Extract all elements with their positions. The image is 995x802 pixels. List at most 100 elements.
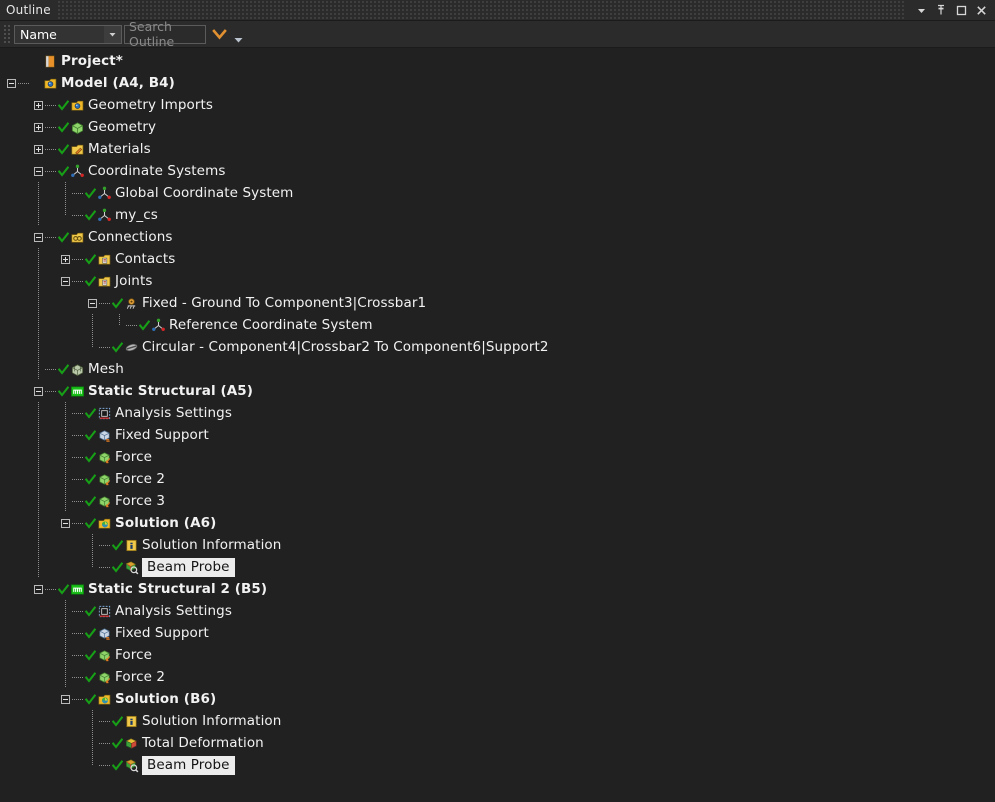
tree-node[interactable]: Force 2 <box>0 468 995 490</box>
filter-field-select[interactable]: Name <box>14 24 122 44</box>
solution-icon <box>96 688 113 710</box>
tree-node[interactable]: Model (A4, B4) <box>0 72 995 94</box>
tree-indent <box>0 248 58 270</box>
maximize-icon[interactable] <box>951 1 971 19</box>
force-icon <box>96 490 113 512</box>
outline-tree[interactable]: Project* Model (A4, B4) Geometry Imports Ge… <box>0 48 995 802</box>
collapse-node-button[interactable] <box>58 512 72 534</box>
tree-node-label: Fixed Support <box>115 427 209 443</box>
expand-node-button[interactable] <box>58 248 72 270</box>
tree-node[interactable]: Force <box>0 446 995 468</box>
tree-node[interactable]: Force <box>0 644 995 666</box>
tree-node[interactable]: Solution Information <box>0 534 995 556</box>
tree-node-status-spacer <box>30 72 42 94</box>
collapse-node-button[interactable] <box>58 688 72 710</box>
tree-connector <box>72 270 84 292</box>
tree-connector <box>45 94 57 116</box>
tree-node[interactable]: Materials <box>0 138 995 160</box>
collapse-node-button[interactable] <box>58 270 72 292</box>
tree-node[interactable]: Solution (B6) <box>0 688 995 710</box>
tree-node[interactable]: Solution Information <box>0 710 995 732</box>
suppressed-status-check-icon <box>84 402 96 424</box>
tree-node[interactable]: Mesh <box>0 358 995 380</box>
tree-node[interactable]: Fixed Support <box>0 424 995 446</box>
tree-node[interactable]: Analysis Settings <box>0 600 995 622</box>
chevron-down-orange-icon[interactable] <box>208 23 230 45</box>
beam-probe-icon <box>123 556 140 578</box>
close-icon[interactable] <box>971 1 991 19</box>
tree-node-leaf-spacer <box>31 358 45 380</box>
tree-indent <box>0 512 58 534</box>
fixed-support-icon <box>96 424 113 446</box>
tree-connector <box>18 72 30 94</box>
expand-node-button[interactable] <box>31 116 45 138</box>
collapse-node-button[interactable] <box>31 380 45 402</box>
tree-node-label: Contacts <box>115 251 176 267</box>
titlebar-drag-area[interactable] <box>56 0 905 20</box>
tree-connector <box>45 116 57 138</box>
tree-node-label: my_cs <box>115 207 158 223</box>
collapse-node-button[interactable] <box>85 292 99 314</box>
coordinate-system-icon <box>150 314 167 336</box>
collapse-node-button[interactable] <box>31 160 45 182</box>
suppressed-status-check-icon <box>138 314 150 336</box>
tree-indent <box>0 314 112 336</box>
tree-node[interactable]: Geometry Imports <box>0 94 995 116</box>
contacts-icon <box>96 248 113 270</box>
tree-node-leaf-spacer <box>4 50 18 72</box>
tree-node[interactable]: Coordinate Systems <box>0 160 995 182</box>
tree-node[interactable]: Beam Probe <box>0 754 995 776</box>
tree-node[interactable]: Connections <box>0 226 995 248</box>
suppressed-status-check-icon <box>84 468 96 490</box>
tree-node[interactable]: Geometry <box>0 116 995 138</box>
collapse-node-button[interactable] <box>4 72 18 94</box>
tree-node-label: Static Structural (A5) <box>88 383 254 399</box>
tree-node[interactable]: Force 2 <box>0 666 995 688</box>
suppressed-status-check-icon <box>111 292 123 314</box>
tree-indent <box>0 292 85 314</box>
tree-node[interactable]: Solution (A6) <box>0 512 995 534</box>
tree-node[interactable]: Reference Coordinate System <box>0 314 995 336</box>
tree-node[interactable]: Static Structural 2 (B5) <box>0 578 995 600</box>
collapse-node-button[interactable] <box>31 226 45 248</box>
tree-node[interactable]: Analysis Settings <box>0 402 995 424</box>
tree-node-leaf-spacer <box>85 534 99 556</box>
tree-node[interactable]: Circular - Component4|Crossbar2 To Compo… <box>0 336 995 358</box>
project-icon <box>42 50 59 72</box>
tree-node[interactable]: Beam Probe <box>0 556 995 578</box>
tree-connector <box>72 622 84 644</box>
tree-node[interactable]: Global Coordinate System <box>0 182 995 204</box>
suppressed-status-check-icon <box>111 534 123 556</box>
chevron-down-icon[interactable] <box>104 25 121 43</box>
tree-node[interactable]: my_cs <box>0 204 995 226</box>
tree-connector <box>72 512 84 534</box>
tree-node[interactable]: Fixed - Ground To Component3|Crossbar1 <box>0 292 995 314</box>
suppressed-status-check-icon <box>84 644 96 666</box>
suppressed-status-check-icon <box>84 182 96 204</box>
tree-node[interactable]: Force 3 <box>0 490 995 512</box>
tree-node[interactable]: Total Deformation <box>0 732 995 754</box>
tree-node[interactable]: Contacts <box>0 248 995 270</box>
expand-node-button[interactable] <box>31 138 45 160</box>
filter-field-value: Name <box>20 26 57 42</box>
suppressed-status-check-icon <box>84 204 96 226</box>
tree-node[interactable]: Static Structural (A5) <box>0 380 995 402</box>
pin-icon[interactable] <box>931 1 951 19</box>
tree-node-label: Global Coordinate System <box>115 185 294 201</box>
force-icon <box>96 644 113 666</box>
tree-node[interactable]: Project* <box>0 50 995 72</box>
chevron-down-icon[interactable] <box>911 1 931 19</box>
tree-connector <box>72 182 84 204</box>
expand-node-button[interactable] <box>31 94 45 116</box>
toolbar-overflow-icon[interactable] <box>230 22 246 47</box>
tree-node[interactable]: Fixed Support <box>0 622 995 644</box>
tree-indent <box>0 204 58 226</box>
toolbar-grip-handle[interactable] <box>3 24 12 44</box>
search-input[interactable]: Search Outline <box>124 19 206 49</box>
tree-node[interactable]: Joints <box>0 270 995 292</box>
tree-indent <box>0 402 58 424</box>
collapse-node-button[interactable] <box>31 578 45 600</box>
